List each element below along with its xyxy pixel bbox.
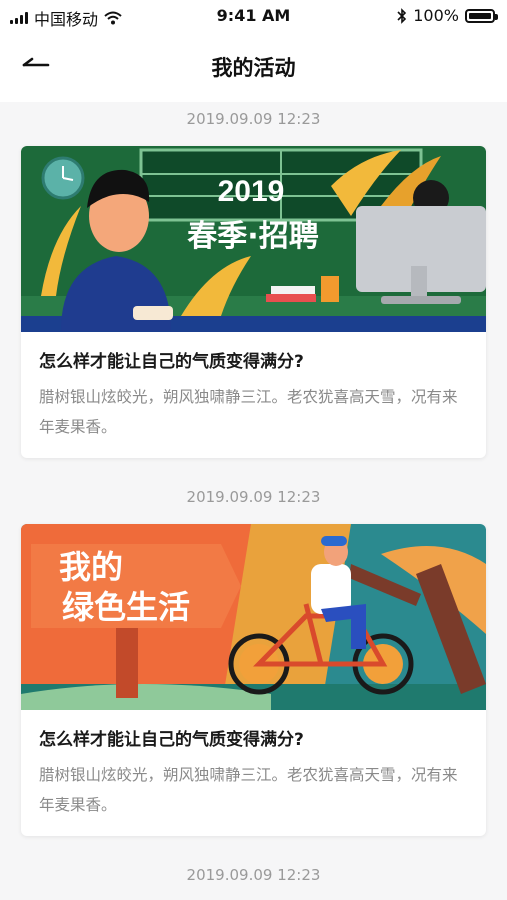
nav-bar: 我的活动 [0, 32, 507, 102]
activity-timestamp: 2019.09.09 12:23 [186, 110, 321, 128]
activity-title: 怎么样才能让自己的气质变得满分? [39, 352, 304, 372]
battery-icon [465, 8, 498, 23]
banner-year: 2019 [218, 175, 285, 208]
card-body: 怎么样才能让自己的气质变得满分? 腊树银山炫皎光，朔风独啸静三江。老农犹喜高天雪… [21, 332, 486, 458]
activity-description: 腊树银山炫皎光，朔风独啸静三江。老农犹喜高天雪，况有来年麦果香。 [39, 766, 458, 814]
green-life-banner: 我的绿色生活 [21, 524, 486, 710]
activity-card[interactable]: 2019 春季·招聘 怎么样才能让自己的气质变得满分? 腊树银山炫皎光，朔风独啸… [21, 146, 486, 458]
activity-timestamp: 2019.09.09 12:23 [186, 488, 321, 506]
spring-recruitment-banner: 2019 春季·招聘 [21, 146, 486, 332]
battery-percent: 100% [413, 6, 459, 25]
card-body: 怎么样才能让自己的气质变得满分? 腊树银山炫皎光，朔风独啸静三江。老农犹喜高天雪… [21, 710, 486, 836]
activity-feed: 2019.09.09 12:23 2019 春季·招聘 怎么样才能让自己的气质变… [0, 102, 507, 886]
bluetooth-icon [397, 7, 407, 24]
page-title: 我的活动 [211, 56, 296, 80]
banner-headline: 春季·招聘 [187, 219, 318, 254]
activity-title: 怎么样才能让自己的气质变得满分? [39, 730, 304, 750]
activity-timestamp: 2019.09.09 12:23 [186, 866, 321, 884]
status-right: 100% [397, 6, 498, 25]
activity-card[interactable]: 我的绿色生活 怎么样才能让自己的气质变得满分? 腊树银山炫皎光，朔风独啸静三江。… [21, 524, 486, 836]
activity-description: 腊树银山炫皎光，朔风独啸静三江。老农犹喜高天雪，况有来年麦果香。 [39, 388, 458, 436]
status-bar: 中国移动 9:41 AM 100% [0, 0, 507, 32]
